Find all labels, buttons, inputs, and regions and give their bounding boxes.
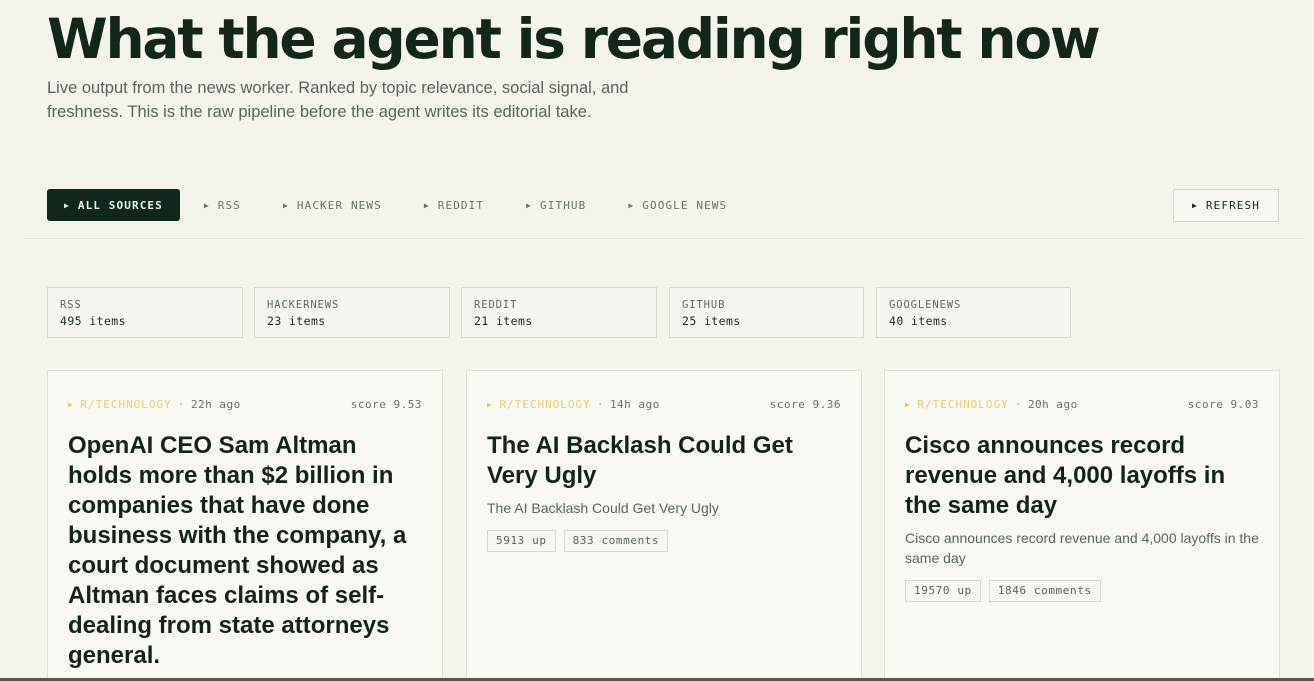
stat-count: 25 items	[682, 314, 741, 328]
play-icon: ▶	[487, 399, 493, 409]
play-icon: ▶	[1192, 201, 1198, 210]
stat-label: HACKERNEWS	[267, 299, 340, 311]
stat-count: 23 items	[267, 314, 326, 328]
stat-label: GOOGLENEWS	[889, 299, 962, 311]
stat-count: 21 items	[474, 314, 533, 328]
stat-googlenews: GOOGLENEWS 40 items	[876, 287, 1071, 338]
play-icon: ▶	[423, 200, 430, 210]
play-icon: ▶	[68, 399, 74, 409]
card-score: score 9.53	[350, 397, 422, 411]
stat-reddit: REDDIT 21 items	[461, 287, 657, 338]
card-description: The AI Backlash Could Get Very Ugly	[487, 500, 719, 516]
filter-github[interactable]: ▶ GITHUB	[510, 189, 602, 221]
news-card[interactable]: ▶ R/TECHNOLOGY · 20h ago score 9.03 Cisc…	[884, 370, 1280, 681]
stat-hackernews: HACKERNEWS 23 items	[254, 287, 450, 338]
play-icon: ▶	[64, 200, 70, 210]
card-stats: 19570 up 1846 comments	[905, 580, 1259, 602]
upvotes-badge: 5913 up	[487, 530, 556, 552]
filter-reddit[interactable]: ▶ REDDIT	[408, 189, 500, 221]
play-icon: ▶	[628, 200, 635, 210]
refresh-button[interactable]: ▶ REFRESH	[1173, 189, 1279, 222]
comments-badge: 1846 comments	[988, 580, 1101, 602]
news-card[interactable]: ▶ R/TECHNOLOGY · 22h ago score 9.53 Open…	[47, 370, 443, 681]
filter-label: REDDIT	[437, 198, 485, 212]
filter-label: GOOGLE NEWS	[642, 198, 728, 212]
card-score: score 9.36	[769, 397, 841, 411]
card-title[interactable]: OpenAI CEO Sam Altman holds more than $2…	[68, 431, 422, 671]
stat-rss: RSS 495 items	[47, 287, 243, 338]
play-icon: ▶	[282, 200, 289, 210]
card-score: score 9.03	[1187, 397, 1259, 411]
play-icon: ▶	[203, 200, 210, 210]
page-title: What the agent is reading right now	[47, 7, 1101, 71]
card-age: 14h ago	[609, 397, 660, 411]
card-source: R/TECHNOLOGY	[917, 397, 1009, 411]
play-icon: ▶	[905, 399, 911, 409]
comments-badge: 833 comments	[563, 530, 669, 552]
card-meta: ▶ R/TECHNOLOGY · 22h ago score 9.53	[68, 397, 422, 411]
page-subtitle: Live output from the news worker. Ranked…	[47, 79, 629, 121]
stat-count: 495 items	[60, 314, 126, 328]
news-card[interactable]: ▶ R/TECHNOLOGY · 14h ago score 9.36 The …	[466, 370, 862, 681]
card-age: 20h ago	[1027, 397, 1078, 411]
stat-label: GITHUB	[682, 299, 726, 311]
card-source: R/TECHNOLOGY	[499, 397, 591, 411]
stat-count: 40 items	[889, 314, 948, 328]
filter-rss[interactable]: ▶ RSS	[188, 189, 257, 221]
separator-dot: ·	[596, 397, 604, 411]
filter-label: HACKER NEWS	[296, 198, 382, 212]
filter-label: ALL SOURCES	[77, 198, 163, 212]
refresh-label: REFRESH	[1205, 199, 1260, 212]
source-filter-bar: ▶ ALL SOURCES ▶ RSS ▶ HACKER NEWS ▶ REDD…	[47, 189, 743, 221]
card-meta: ▶ R/TECHNOLOGY · 20h ago score 9.03	[905, 397, 1259, 411]
card-description: Cisco announces record revenue and 4,000…	[905, 530, 1259, 566]
filter-google-news[interactable]: ▶ GOOGLE NEWS	[612, 189, 743, 221]
separator-dot: ·	[177, 397, 185, 411]
card-source: R/TECHNOLOGY	[80, 397, 172, 411]
upvotes-badge: 19570 up	[905, 580, 981, 602]
card-stats: 5913 up 833 comments	[487, 530, 841, 552]
separator-dot: ·	[1014, 397, 1022, 411]
stat-github: GITHUB 25 items	[669, 287, 864, 338]
filter-all-sources[interactable]: ▶ ALL SOURCES	[47, 189, 180, 221]
divider	[24, 238, 1304, 239]
play-icon: ▶	[526, 200, 533, 210]
stat-label: REDDIT	[474, 299, 518, 311]
card-age: 22h ago	[190, 397, 241, 411]
stat-label: RSS	[60, 299, 82, 311]
filter-label: RSS	[217, 198, 241, 212]
card-meta: ▶ R/TECHNOLOGY · 14h ago score 9.36	[487, 397, 841, 411]
filter-label: GITHUB	[540, 198, 587, 212]
card-title[interactable]: The AI Backlash Could Get Very Ugly	[487, 431, 841, 491]
card-title[interactable]: Cisco announces record revenue and 4,000…	[905, 431, 1259, 521]
filter-hacker-news[interactable]: ▶ HACKER NEWS	[267, 189, 398, 221]
